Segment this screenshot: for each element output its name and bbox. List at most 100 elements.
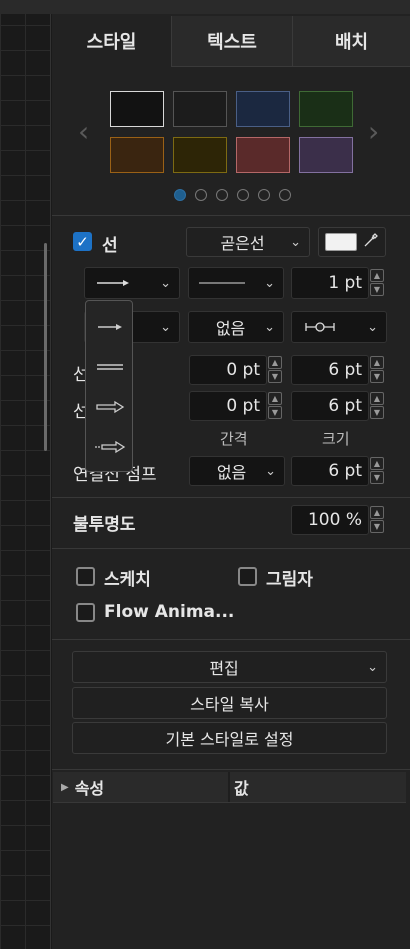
line-width-input[interactable]: 1 pt [291, 267, 369, 299]
jump-size-input[interactable]: 6 pt [291, 456, 369, 486]
property-column-label: 속성 [74, 779, 105, 798]
pager-dot[interactable] [279, 189, 291, 201]
line-type-value: 곧은선 [220, 234, 265, 253]
canvas-scrollbar[interactable] [44, 243, 47, 451]
flow-animation-checkbox[interactable] [76, 603, 95, 622]
value-column-label: 값 [234, 779, 249, 798]
set-default-style-label: 기본 스타일로 설정 [165, 730, 294, 749]
style-swatch[interactable] [299, 137, 353, 173]
tab-text-label: 텍스트 [207, 32, 257, 53]
property-table-header: ▶ 속성 값 [53, 772, 406, 802]
line-jump-select[interactable]: 없음 ⌄ [189, 456, 285, 486]
tab-style[interactable]: 스타일 [52, 16, 171, 66]
edit-dropdown-button[interactable]: 편집 ⌄ [72, 651, 387, 683]
pager-dot[interactable] [195, 189, 207, 201]
line-color-swatch [325, 233, 357, 251]
jump-size-value: 6 pt [328, 461, 362, 481]
connector-select[interactable]: ⌄ [291, 311, 387, 343]
arrow-option-link[interactable] [90, 349, 130, 385]
set-default-style-button[interactable]: 기본 스타일로 설정 [72, 722, 387, 754]
sketch-label: 스케치 [104, 570, 151, 590]
end-spacing-input[interactable]: 0 pt [189, 391, 267, 421]
pager-dot[interactable] [216, 189, 228, 201]
shadow-checkbox[interactable] [238, 567, 257, 586]
chevron-down-icon: ⌄ [367, 319, 378, 335]
style-swatch[interactable] [236, 91, 290, 127]
copy-style-button[interactable]: 스타일 복사 [72, 687, 387, 719]
chevron-down-icon: ⌄ [290, 234, 301, 250]
chevron-down-icon: ⌄ [160, 275, 171, 291]
start-size-value: 6 pt [328, 360, 362, 380]
style-swatch[interactable] [236, 137, 290, 173]
edit-label: 편집 [209, 659, 239, 678]
start-spacing-input[interactable]: 0 pt [189, 355, 267, 385]
style-swatch[interactable] [299, 91, 353, 127]
chevron-right-icon[interactable]: › [368, 115, 379, 148]
chevron-down-icon: ⌄ [160, 319, 171, 335]
shadow-label: 그림자 [266, 570, 313, 590]
end-spacing-stepper[interactable]: ▲ ▼ [268, 392, 282, 420]
line-start-select[interactable]: ⌄ [84, 267, 180, 299]
arrow-line-icon [97, 280, 129, 286]
chevron-down-icon: ⌄ [264, 275, 275, 291]
drawing-canvas[interactable] [0, 0, 51, 949]
style-swatch[interactable] [110, 137, 164, 173]
arrow-option-simple[interactable] [90, 309, 130, 345]
line-pattern-select[interactable]: ⌄ [188, 267, 284, 299]
opacity-stepper[interactable]: ▲ ▼ [370, 506, 384, 534]
line-label: 선 [102, 236, 118, 256]
tab-text[interactable]: 텍스트 [171, 16, 292, 66]
end-spacing-value: 0 pt [226, 396, 260, 416]
style-swatch[interactable] [173, 137, 227, 173]
pager-dot[interactable] [237, 189, 249, 201]
pager-dot[interactable] [174, 189, 186, 201]
link-line-icon [97, 364, 123, 370]
flow-animation-label: Flow Anima... [104, 602, 235, 622]
start-spacing-stepper[interactable]: ▲ ▼ [268, 356, 282, 384]
chevron-down-icon: ⌄ [367, 659, 378, 675]
end-size-input[interactable]: 6 pt [291, 391, 369, 421]
line-width-value: 1 pt [328, 273, 362, 293]
pager-dot[interactable] [258, 189, 270, 201]
opacity-label: 불투명도 [73, 515, 136, 535]
flex-arrow-icon [96, 400, 125, 414]
waypoint-select[interactable]: 없음 ⌄ [188, 311, 284, 343]
top-bar [0, 0, 410, 14]
start-spacing-value: 0 pt [226, 360, 260, 380]
jump-size-stepper[interactable]: ▲ ▼ [370, 457, 384, 485]
line-jump-value: 없음 [216, 463, 247, 482]
opacity-input[interactable]: 100 % [291, 505, 369, 535]
spacing-caption: 간격 [220, 430, 248, 448]
property-column-header[interactable]: ▶ 속성 [53, 772, 230, 802]
style-swatch[interactable] [173, 91, 227, 127]
waypoint-value: 없음 [215, 319, 246, 338]
line-checkbox[interactable]: ✓ [73, 232, 92, 251]
chevron-left-icon[interactable]: ‹ [78, 115, 89, 148]
waypoint-icon [305, 322, 335, 332]
size-caption: 크기 [322, 430, 350, 448]
tab-arrange[interactable]: 배치 [292, 16, 410, 66]
line-width-stepper[interactable]: ▲ ▼ [370, 269, 384, 297]
wide-arrow-icon [95, 440, 126, 454]
line-color-picker[interactable] [318, 227, 386, 257]
eyedropper-icon[interactable] [363, 232, 379, 252]
tab-style-label: 스타일 [86, 32, 137, 53]
end-size-value: 6 pt [328, 396, 362, 416]
line-type-select[interactable]: 곧은선 ⌄ [186, 227, 310, 257]
start-size-stepper[interactable]: ▲ ▼ [370, 356, 384, 384]
expand-triangle-icon[interactable]: ▶ [61, 782, 69, 793]
sketch-checkbox[interactable] [76, 567, 95, 586]
solid-line-icon [199, 282, 245, 284]
style-swatch[interactable] [110, 91, 164, 127]
opacity-value: 100 % [307, 510, 362, 530]
arrow-option-wide[interactable] [90, 429, 130, 465]
chevron-down-icon: ⌄ [264, 319, 275, 335]
simple-arrow-icon [98, 324, 122, 330]
value-column-header[interactable]: 값 [230, 772, 406, 802]
start-size-input[interactable]: 6 pt [291, 355, 369, 385]
chevron-down-icon: ⌄ [265, 463, 276, 479]
end-size-stepper[interactable]: ▲ ▼ [370, 392, 384, 420]
arrow-option-flex[interactable] [90, 389, 130, 425]
arrow-style-popup [85, 300, 133, 472]
copy-style-label: 스타일 복사 [190, 695, 269, 714]
